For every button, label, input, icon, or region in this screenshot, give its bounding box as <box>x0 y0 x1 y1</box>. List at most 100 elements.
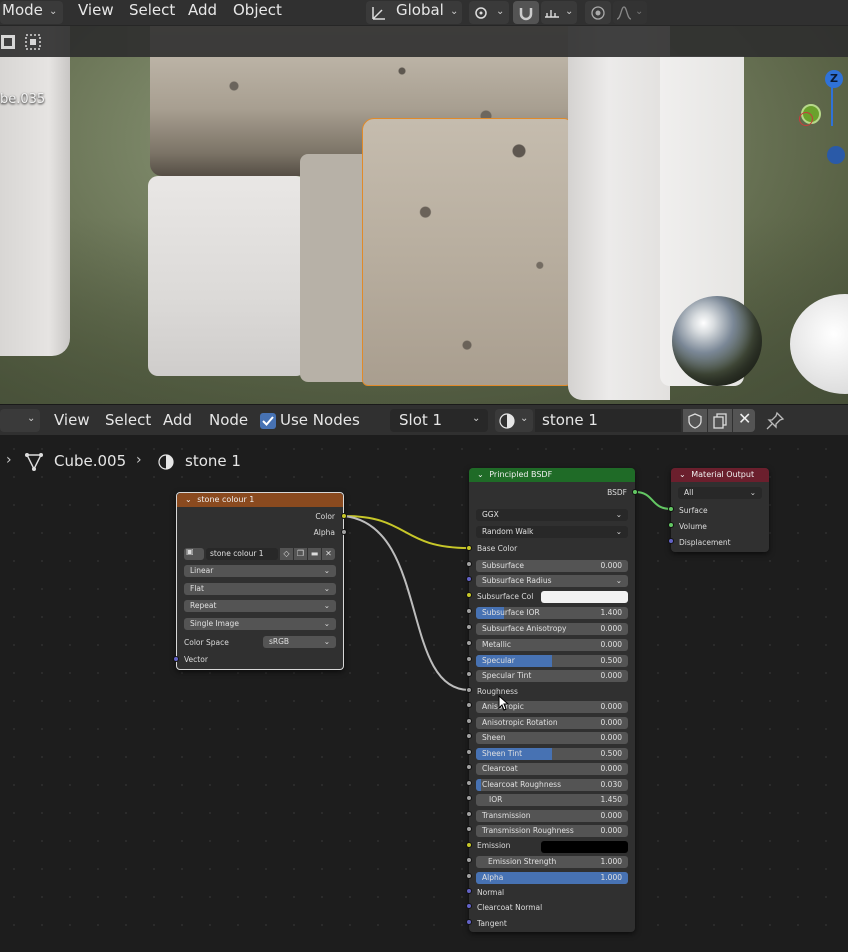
specular-slider[interactable]: Specular 0.500 <box>476 655 628 667</box>
image-duplicate-button[interactable]: ❐ <box>294 548 307 560</box>
socket-base-color[interactable] <box>466 545 472 551</box>
menu-object[interactable]: Object <box>233 1 282 19</box>
image-open-button[interactable]: ▬ <box>308 548 321 560</box>
image-fake-user-button[interactable]: ◇ <box>280 548 293 560</box>
metallic-slider[interactable]: Metallic 0.000 <box>476 639 628 651</box>
socket-anisotropic[interactable] <box>466 702 472 708</box>
socket-transmission[interactable] <box>466 811 472 817</box>
3d-viewport[interactable]: be.035 Z <box>0 26 848 404</box>
socket-clearcoat[interactable] <box>466 764 472 770</box>
gizmo-x-axis-negative[interactable] <box>799 112 813 126</box>
socket-clearcoat-normal[interactable] <box>466 903 472 909</box>
collapse-icon[interactable]: ⌄ <box>477 470 484 479</box>
principled-bsdf-node[interactable]: ⌄ Principled BSDF BSDF GGX ⌄ Random Walk ⌄… <box>469 468 635 932</box>
emission-color-swatch[interactable] <box>541 841 628 853</box>
use-nodes-checkbox[interactable] <box>260 413 276 429</box>
output-target-dropdown[interactable]: All ⌄ <box>678 487 762 499</box>
select-box-icon[interactable] <box>24 32 44 52</box>
socket-sheen[interactable] <box>466 733 472 739</box>
socket-subsurface-radius[interactable] <box>466 576 472 582</box>
socket-subsurface[interactable] <box>466 561 472 567</box>
socket-anisotropic-rotation[interactable] <box>466 718 472 724</box>
editor-type-dropdown[interactable]: ⌄ <box>0 409 40 432</box>
subsurface-ior-slider[interactable]: Subsurface IOR 1.400 <box>476 607 628 619</box>
pivot-point-dropdown[interactable]: ⌄ <box>469 1 509 24</box>
clearcoat-slider[interactable]: Clearcoat 0.000 <box>476 763 628 775</box>
subsurface-slider[interactable]: Subsurface 0.000 <box>476 560 628 572</box>
node-canvas[interactable]: › Cube.005 › stone 1 ⌄ stone colour 1 Co… <box>0 435 848 952</box>
slot-dropdown[interactable]: Slot 1 ⌄ <box>390 409 488 432</box>
snap-target-dropdown[interactable]: ⌄ <box>541 1 577 24</box>
menu-add[interactable]: Add <box>188 1 217 19</box>
gizmo-z-axis-negative[interactable] <box>827 146 845 164</box>
socket-specular-tint[interactable] <box>466 671 472 677</box>
subsurface-anisotropy-slider[interactable]: Subsurface Anisotropy 0.000 <box>476 623 628 635</box>
socket-clearcoat-roughness[interactable] <box>466 780 472 786</box>
interpolation-dropdown[interactable]: Linear ⌄ <box>184 565 336 577</box>
socket-surface-input[interactable] <box>668 506 674 512</box>
socket-alpha-output[interactable] <box>341 529 347 535</box>
specular-tint-slider[interactable]: Specular Tint 0.000 <box>476 670 628 682</box>
socket-ior[interactable] <box>466 795 472 801</box>
socket-sheen-tint[interactable] <box>466 749 472 755</box>
navigation-gizmo[interactable]: Z <box>795 66 848 176</box>
sheen-tint-slider[interactable]: Sheen Tint 0.500 <box>476 748 628 760</box>
socket-vector-input[interactable] <box>173 656 179 662</box>
anisotropic-rotation-slider[interactable]: Anisotropic Rotation 0.000 <box>476 717 628 729</box>
socket-specular[interactable] <box>466 656 472 662</box>
socket-metallic[interactable] <box>466 640 472 646</box>
material-browse-dropdown[interactable]: ⌄ <box>495 409 533 432</box>
image-name-field[interactable]: stone colour 1 <box>206 548 278 560</box>
material-name-field[interactable]: stone 1 <box>535 409 681 432</box>
socket-roughness[interactable] <box>466 687 472 693</box>
socket-emission[interactable] <box>466 842 472 848</box>
socket-alpha[interactable] <box>466 873 472 879</box>
socket-subsurface-ior[interactable] <box>466 608 472 614</box>
socket-subsurface-anisotropy[interactable] <box>466 624 472 630</box>
socket-emission-strength[interactable] <box>466 857 472 863</box>
sheen-slider[interactable]: Sheen 0.000 <box>476 732 628 744</box>
socket-subsurface-color[interactable] <box>466 592 472 598</box>
source-dropdown[interactable]: Single Image ⌄ <box>184 618 336 630</box>
subsurface-method-dropdown[interactable]: Random Walk ⌄ <box>476 526 628 538</box>
emission-strength-slider[interactable]: Emission Strength 1.000 <box>476 856 628 868</box>
snap-toggle[interactable] <box>513 1 539 24</box>
socket-normal[interactable] <box>466 888 472 894</box>
socket-tangent[interactable] <box>466 919 472 925</box>
image-browse-button[interactable]: ▣ <box>184 547 204 560</box>
subsurface-color-swatch[interactable] <box>541 591 628 603</box>
transmission-slider[interactable]: Transmission 0.000 <box>476 810 628 822</box>
output-node-header[interactable]: ⌄ Material Output <box>671 468 769 482</box>
proportional-edit-toggle[interactable] <box>585 1 611 24</box>
socket-transmission-roughness[interactable] <box>466 826 472 832</box>
fake-user-button[interactable] <box>683 409 707 432</box>
transmission-roughness-slider[interactable]: Transmission Roughness 0.000 <box>476 825 628 837</box>
bsdf-node-header[interactable]: ⌄ Principled BSDF <box>469 468 635 482</box>
mode-dropdown[interactable]: Mode ⌄ <box>0 1 63 24</box>
socket-volume-input[interactable] <box>668 522 674 528</box>
alpha-slider[interactable]: Alpha 1.000 <box>476 872 628 884</box>
material-output-node[interactable]: ⌄ Material Output All ⌄ Surface Volume Di… <box>671 468 769 552</box>
socket-bsdf-output[interactable] <box>632 489 638 495</box>
image-texture-node[interactable]: ⌄ stone colour 1 Color Alpha ▣ stone col… <box>176 492 344 670</box>
color-space-dropdown[interactable]: sRGB ⌄ <box>263 636 336 648</box>
pin-icon[interactable] <box>765 411 785 431</box>
menu-select[interactable]: Select <box>129 1 175 19</box>
collapse-icon[interactable]: ⌄ <box>679 470 686 479</box>
unlink-material-button[interactable]: ✕ <box>733 409 755 432</box>
socket-color-output[interactable] <box>341 513 347 519</box>
socket-displacement-input[interactable] <box>668 538 674 544</box>
transform-orientation-dropdown[interactable]: Global ⌄ <box>366 1 462 24</box>
node-menu-view[interactable]: View <box>54 411 90 429</box>
projection-dropdown[interactable]: Flat ⌄ <box>184 583 336 595</box>
image-unlink-button[interactable]: ✕ <box>322 548 335 560</box>
image-node-header[interactable]: ⌄ stone colour 1 <box>177 493 343 507</box>
extension-dropdown[interactable]: Repeat ⌄ <box>184 600 336 612</box>
falloff-dropdown[interactable]: ⌄ <box>613 1 647 24</box>
menu-view[interactable]: View <box>78 1 114 19</box>
gizmo-z-axis[interactable]: Z <box>825 70 843 88</box>
node-menu-select[interactable]: Select <box>105 411 151 429</box>
selected-stone-cube[interactable] <box>362 118 572 386</box>
node-menu-node[interactable]: Node <box>209 411 248 429</box>
subsurface-radius-dropdown[interactable]: Subsurface Radius ⌄ <box>476 575 628 587</box>
